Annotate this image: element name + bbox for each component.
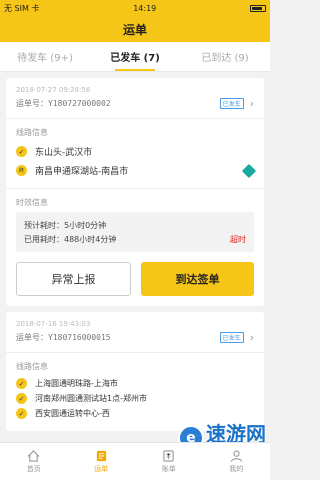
carrier-label: 无 SIM 卡 [4,3,40,13]
route-section-label: 线路信息 [16,128,48,137]
tab-pending[interactable]: 待发车 (9+) [0,42,90,71]
end-marker-icon: 终 [16,165,27,176]
route-stop: ✓ 东山头-武汉市 [6,142,264,161]
waybill-card: 2018-07-27 09:28:56 运单号：Y180727000002 已发… [6,78,264,306]
nav-bar: 运单 [0,16,270,42]
used-value: 488小时4分钟 [64,234,117,244]
order-number: 运单号：Y180716000015 [16,332,111,343]
time-box: 预计耗时：5小时0分钟 已用耗时：488小时4分钟 超时 [16,212,254,252]
arrival-sign-button[interactable]: 到达签单 [141,262,254,296]
bottom-tab-bill[interactable]: 账单 [135,443,203,480]
clock: 14:19 [133,3,157,13]
used-label: 已用耗时： [24,234,64,244]
route-stop-name: 西安圆通运转中心-西 [35,409,110,418]
expected-label: 预计耗时： [24,220,64,230]
tab-pending-label: 待发车 (9+) [17,53,73,64]
time-section-label: 时效信息 [16,198,48,207]
order-number: 运单号：Y180727000002 [16,98,111,109]
tab-arrived-label: 已到达 (9) [201,53,249,64]
bottom-tab-home[interactable]: 首页 [0,443,68,480]
status-badge: 已发车 [219,331,244,343]
route-stop-name: 上海圆通明珠路-上海市 [35,379,118,388]
bottom-tab-label: 我的 [229,464,244,473]
report-exception-button[interactable]: 异常上报 [16,262,131,296]
bottom-tab-profile[interactable]: 我的 [203,443,271,480]
waybill-date: 2018-07-27 09:28:56 [16,86,91,94]
tab-bar: 待发车 (9+) 已发车 (7) 已到达 (9) [0,42,270,72]
home-icon [27,449,40,462]
tab-departed-label: 已发车 (7) [110,53,160,64]
overtime-label: 超时 [230,234,246,244]
status-badge: 已发车 [219,97,244,109]
expected-value: 5小时0分钟 [64,220,107,230]
route-stop-name: 东山头-武汉市 [35,148,93,158]
bottom-tab-label: 首页 [26,464,41,473]
card-header[interactable]: 2018-07-27 09:28:56 运单号：Y180727000002 已发… [6,78,264,110]
order-row: 运单号：Y180727000002 已发车 › [16,96,254,110]
waybill-card: 2018-07-16 19:43:03 运单号：Y180716000015 已发… [6,312,264,431]
battery-icon [250,4,266,12]
action-row: 异常上报 到达签单 [6,252,264,296]
order-label: 运单号： [16,332,48,342]
profile-icon [230,450,242,462]
page-title: 运单 [122,22,147,37]
used-time: 已用耗时：488小时4分钟 [24,234,116,245]
order-value: Y180716000015 [48,332,111,342]
order-value: Y180727000002 [48,98,111,108]
check-icon: ✓ [16,378,27,389]
status-right [250,4,266,12]
chevron-right-icon[interactable]: › [250,97,254,110]
navigation-icon[interactable] [241,163,257,178]
bottom-tab-label: 账单 [161,464,176,473]
waybill-list[interactable]: 2018-07-27 09:28:56 运单号：Y180727000002 已发… [0,72,270,442]
bottom-tab-bar: 首页 运单 账单 我的 [0,442,270,480]
order-right: 已发车 › [219,331,254,344]
order-label: 运单号： [16,98,48,108]
bottom-tab-label: 运单 [94,464,109,473]
check-icon: ✓ [16,408,27,419]
expected-time: 预计耗时：5小时0分钟 [24,220,106,231]
order-row: 运单号：Y180716000015 已发车 › [16,330,254,344]
route-stop: ✓ 上海圆通明珠路-上海市 [6,376,264,391]
check-icon: ✓ [16,146,27,157]
used-time-row: 已用耗时：488小时4分钟 超时 [24,232,246,246]
bill-icon [163,449,174,462]
route-section-label: 线路信息 [16,362,48,371]
waybill-icon [96,450,106,461]
tab-arrived[interactable]: 已到达 (9) [180,42,270,71]
route-stop: ✓ 河南郑州圆通测试站1点-郑州市 [6,391,264,406]
route-stop-name: 河南郑州圆通测试站1点-郑州市 [35,394,147,403]
chevron-right-icon[interactable]: › [250,331,254,344]
check-icon: ✓ [16,393,27,404]
waybill-date: 2018-07-16 19:43:03 [16,320,91,328]
route-stop-name: 南昌申通琛湖站-南昌市 [35,167,129,177]
expected-time-row: 预计耗时：5小时0分钟 [24,218,246,232]
tab-departed[interactable]: 已发车 (7) [90,42,180,71]
card-header[interactable]: 2018-07-16 19:43:03 运单号：Y180716000015 已发… [6,312,264,344]
route-stop: 终 南昌申通琛湖站-南昌市 [6,161,264,180]
bottom-tab-waybill[interactable]: 运单 [68,443,136,480]
order-right: 已发车 › [219,97,254,110]
route-stop: ✓ 西安圆通运转中心-西 [6,406,264,421]
status-bar: 无 SIM 卡 14:19 [0,0,270,16]
